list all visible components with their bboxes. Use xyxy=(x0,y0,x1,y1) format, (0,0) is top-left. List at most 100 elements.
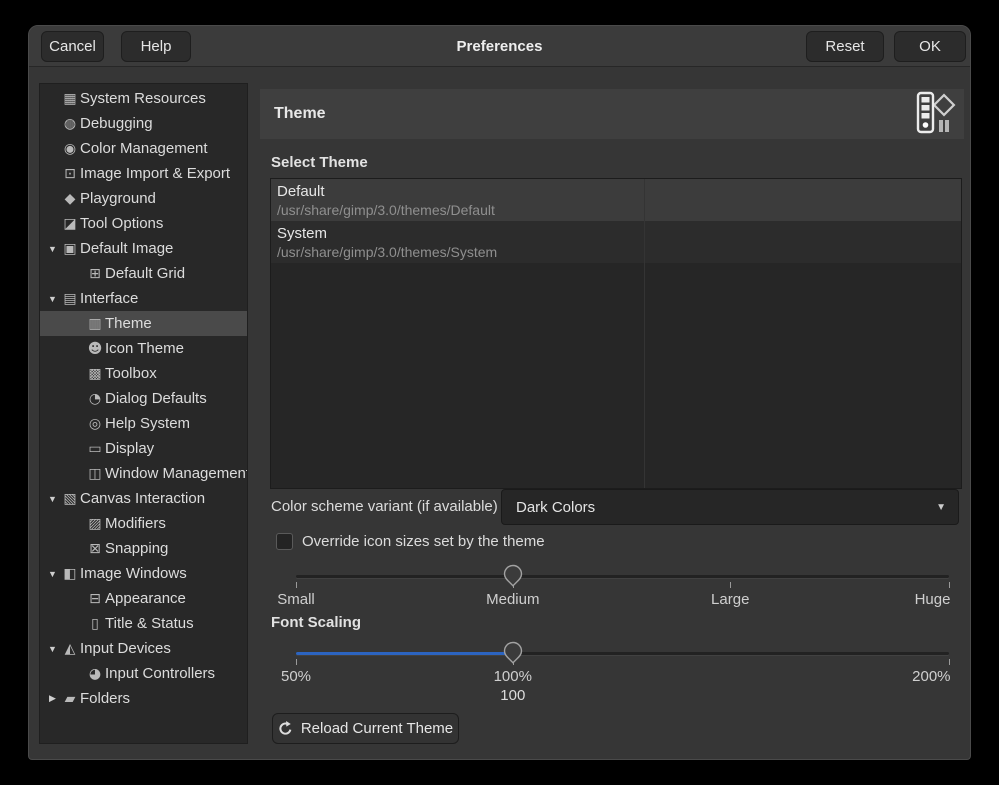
sidebar-item-input-devices[interactable]: ▼◭Input Devices xyxy=(40,636,247,661)
sidebar-item-window-management[interactable]: ◫Window Management xyxy=(40,461,247,486)
sidebar-item-modifiers[interactable]: ▨Modifiers xyxy=(40,511,247,536)
slider-mark-label: Huge xyxy=(915,591,951,608)
sidebar-item-label: Help System xyxy=(105,415,190,432)
sidebar-item-input-controllers[interactable]: ◕Input Controllers xyxy=(40,661,247,686)
help-button[interactable]: Help xyxy=(121,31,191,62)
slider-tick xyxy=(296,659,297,665)
sidebar-item-label: Folders xyxy=(80,690,130,707)
sidebar-item-debugging[interactable]: ◍Debugging xyxy=(40,111,247,136)
folders-icon: ▰ xyxy=(61,691,79,707)
font-scaling-value: 100 xyxy=(500,687,525,704)
slider-tick xyxy=(296,582,297,588)
override-icon-sizes-label: Override icon sizes set by the theme xyxy=(302,533,545,550)
sidebar-item-display[interactable]: ▭Display xyxy=(40,436,247,461)
help-lifering-icon: ◎ xyxy=(86,416,104,432)
sidebar-item-icon-theme[interactable]: ☻Icon Theme xyxy=(40,336,247,361)
chip-icon: ▦ xyxy=(61,91,79,107)
image-icon: ▣ xyxy=(61,241,79,257)
sidebar-item-label: Snapping xyxy=(105,540,168,557)
sidebar-item-toolbox[interactable]: ▩Toolbox xyxy=(40,361,247,386)
chevron-down-icon: ▼ xyxy=(936,502,946,513)
sidebar-item-label: Color Management xyxy=(80,140,208,157)
grid-icon: ⊞ xyxy=(86,266,104,282)
slider-mark-label: 200% xyxy=(912,668,950,685)
slider-handle[interactable] xyxy=(502,641,524,671)
icon-theme-icon: ☻ xyxy=(86,341,104,357)
sidebar-item-label: Dialog Defaults xyxy=(105,390,207,407)
color-scheme-dropdown[interactable]: Dark Colors ▼ xyxy=(501,489,959,525)
sidebar-item-label: Image Windows xyxy=(80,565,187,582)
snapping-icon: ⊠ xyxy=(86,541,104,557)
slider-mark-label: Large xyxy=(711,591,749,608)
theme-list-item-default[interactable]: Default/usr/share/gimp/3.0/themes/Defaul… xyxy=(271,179,961,221)
expander-open-icon[interactable]: ▼ xyxy=(44,644,61,654)
sidebar-item-label: Default Image xyxy=(80,240,173,257)
sidebar-item-label: System Resources xyxy=(80,90,206,107)
tablet-pen-icon: ◭ xyxy=(61,641,79,657)
title-status-icon: ▯ xyxy=(86,616,104,632)
sidebar-item-interface[interactable]: ▼▤Interface xyxy=(40,286,247,311)
monitor-icon: ▭ xyxy=(86,441,104,457)
slider-tick xyxy=(949,659,950,665)
sidebar-item-appearance[interactable]: ⊟Appearance xyxy=(40,586,247,611)
slider-tick xyxy=(949,582,950,588)
sidebar-item-label: Canvas Interaction xyxy=(80,490,205,507)
font-scaling-label: Font Scaling xyxy=(271,614,361,631)
theme-list[interactable]: Default/usr/share/gimp/3.0/themes/Defaul… xyxy=(270,178,962,489)
sidebar-item-playground[interactable]: ◆Playground xyxy=(40,186,247,211)
expander-closed-icon[interactable]: ▶ xyxy=(44,693,61,704)
icon-size-slider[interactable]: SmallMediumLargeHuge xyxy=(296,563,949,625)
slider-tick xyxy=(730,582,731,588)
expander-open-icon[interactable]: ▼ xyxy=(44,494,61,504)
cancel-button[interactable]: Cancel xyxy=(41,31,104,62)
sidebar-item-folders[interactable]: ▶▰Folders xyxy=(40,686,247,711)
expander-open-icon[interactable]: ▼ xyxy=(44,244,61,254)
override-icon-sizes-checkbox[interactable] xyxy=(276,533,293,550)
titlebar: Cancel Help Preferences Reset OK xyxy=(29,26,970,67)
reload-button-label: Reload Current Theme xyxy=(301,720,453,737)
canvas-icon: ▧ xyxy=(61,491,79,507)
sidebar-item-dialog-defaults[interactable]: ◔Dialog Defaults xyxy=(40,386,247,411)
sidebar-item-tool-options[interactable]: ◪Tool Options xyxy=(40,211,247,236)
sidebar-item-theme[interactable]: ▥Theme xyxy=(40,311,247,336)
sidebar-item-default-image[interactable]: ▼▣Default Image xyxy=(40,236,247,261)
preferences-window: Cancel Help Preferences Reset OK ▦System… xyxy=(28,25,971,760)
theme-swatchbook-icon xyxy=(912,91,956,142)
image-windows-icon: ◧ xyxy=(61,566,79,582)
sidebar-item-help-system[interactable]: ◎Help System xyxy=(40,411,247,436)
sidebar-item-image-import-export[interactable]: ⊡Image Import & Export xyxy=(40,161,247,186)
theme-path: /usr/share/gimp/3.0/themes/System xyxy=(277,243,961,261)
slider-track[interactable] xyxy=(296,575,949,578)
modifiers-icon: ▨ xyxy=(86,516,104,532)
sidebar-item-color-management[interactable]: ◉Color Management xyxy=(40,136,247,161)
sidebar-item-label: Interface xyxy=(80,290,138,307)
color-scheme-value: Dark Colors xyxy=(516,499,595,516)
expander-open-icon[interactable]: ▼ xyxy=(44,294,61,304)
sidebar-item-snapping[interactable]: ⊠Snapping xyxy=(40,536,247,561)
sidebar-item-image-windows[interactable]: ▼◧Image Windows xyxy=(40,561,247,586)
color-circles-icon: ◉ xyxy=(61,141,79,157)
sidebar-item-title-status[interactable]: ▯Title & Status xyxy=(40,611,247,636)
sidebar-item-system-resources[interactable]: ▦System Resources xyxy=(40,86,247,111)
sidebar-item-label: Appearance xyxy=(105,590,186,607)
font-scaling-slider[interactable]: 50%100%200% xyxy=(296,640,949,702)
reload-current-theme-button[interactable]: Reload Current Theme xyxy=(272,713,459,744)
fan-icon: ◆ xyxy=(61,191,79,207)
sidebar-item-label: Input Controllers xyxy=(105,665,215,682)
slider-handle[interactable] xyxy=(502,564,524,594)
sidebar-item-label: Icon Theme xyxy=(105,340,184,357)
sidebar-item-default-grid[interactable]: ⊞Default Grid xyxy=(40,261,247,286)
sidebar-item-canvas-interaction[interactable]: ▼▧Canvas Interaction xyxy=(40,486,247,511)
sidebar-item-label: Input Devices xyxy=(80,640,171,657)
expander-open-icon[interactable]: ▼ xyxy=(44,569,61,579)
list-column-divider xyxy=(644,179,645,488)
select-theme-label: Select Theme xyxy=(271,154,368,171)
sidebar-item-label: Title & Status xyxy=(105,615,194,632)
ok-button[interactable]: OK xyxy=(894,31,966,62)
windows-icon: ◫ xyxy=(86,466,104,482)
theme-list-item-system[interactable]: System/usr/share/gimp/3.0/themes/System xyxy=(271,221,961,263)
override-icon-sizes-row: Override icon sizes set by the theme xyxy=(276,533,545,550)
reset-button[interactable]: Reset xyxy=(806,31,884,62)
refresh-icon xyxy=(278,721,293,736)
page-header: Theme xyxy=(260,89,964,139)
